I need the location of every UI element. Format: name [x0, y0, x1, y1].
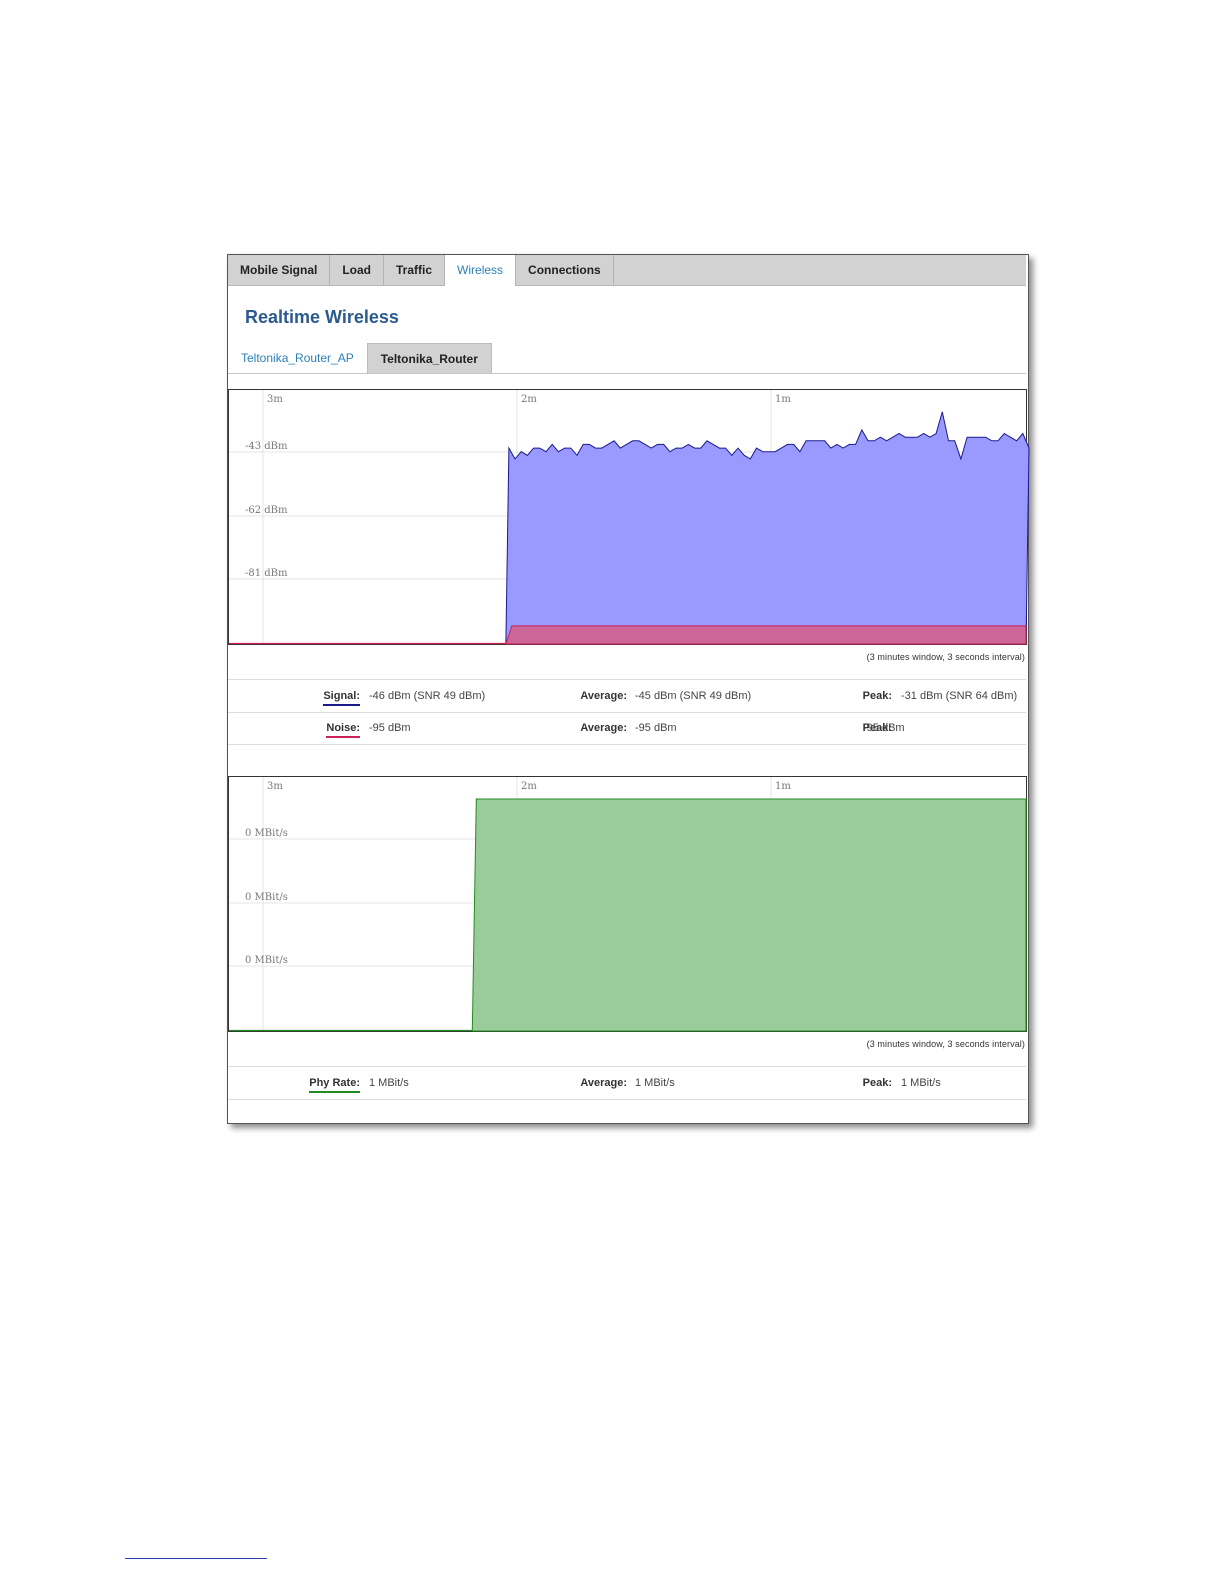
tab-connections[interactable]: Connections	[516, 255, 614, 285]
phy-rate-series-area	[471, 798, 1027, 1032]
divider	[228, 1099, 1026, 1100]
interface-tab-bar: Teltonika_Router_AP Teltonika_Router	[228, 343, 1026, 374]
signal-average-label: Average:	[580, 690, 627, 702]
signal-chart-y-tick-label: -81 dBm	[245, 568, 288, 579]
signal-noise-chart: 3m 2m 1m -43 dBm -62 dBm -81 dBm	[228, 389, 1030, 645]
phy-chart-caption: (3 minutes window, 3 seconds interval)	[866, 1039, 1025, 1049]
signal-average-value: -45 dBm (SNR 49 dBm)	[635, 690, 752, 702]
phy-average-value: 1 MBit/s	[635, 1077, 675, 1089]
tab-load[interactable]: Load	[330, 255, 385, 285]
signal-chart-x-tick-label: 1m	[775, 394, 791, 405]
phy-chart-y-tick-label: 0 MBit/s	[245, 955, 288, 966]
noise-series-area	[505, 625, 1027, 645]
noise-peak-value: -95 dBm	[863, 722, 905, 734]
noise-legend-label: Noise:	[326, 722, 360, 738]
phy-chart-y-tick-label: 0 MBit/s	[245, 892, 288, 903]
noise-stats-row: Noise: -95 dBm Average: -95 dBm Peak: -9…	[228, 719, 1026, 739]
divider	[228, 1066, 1026, 1067]
phy-peak-value: 1 MBit/s	[901, 1077, 941, 1089]
signal-chart-x-tick-label: 2m	[521, 394, 537, 405]
phy-peak-label: Peak:	[862, 1077, 892, 1089]
signal-chart-y-tick-label: -62 dBm	[245, 505, 288, 516]
tab-wireless[interactable]: Wireless	[445, 255, 517, 286]
phy-current-value: 1 MBit/s	[369, 1077, 409, 1089]
phy-chart-x-tick-label: 1m	[775, 781, 791, 792]
tab-teltonika-router-ap[interactable]: Teltonika_Router_AP	[228, 343, 367, 373]
signal-stats-row: Signal: -46 dBm (SNR 49 dBm) Average: -4…	[228, 687, 1026, 707]
main-tab-bar: Mobile Signal Load Traffic Wireless Conn…	[228, 255, 1026, 286]
phy-average-label: Average:	[580, 1077, 627, 1089]
signal-peak-label: Peak:	[862, 690, 892, 702]
signal-chart-y-tick-label: -43 dBm	[245, 441, 288, 452]
phy-rate-chart: 3m 2m 1m 0 MBit/s 0 MBit/s 0 MBit/s	[228, 776, 1027, 1032]
signal-chart-x-tick-label: 3m	[267, 394, 283, 405]
phy-stats-row: Phy Rate: 1 MBit/s Average: 1 MBit/s Pea…	[228, 1074, 1026, 1094]
noise-current-value: -95 dBm	[369, 722, 411, 734]
page-title: Realtime Wireless	[245, 307, 399, 327]
divider	[228, 679, 1026, 680]
footnote-separator	[125, 1558, 267, 1559]
phy-chart-x-tick-label: 3m	[267, 781, 283, 792]
divider	[228, 744, 1026, 745]
signal-legend-label: Signal:	[323, 690, 360, 706]
tab-mobile-signal[interactable]: Mobile Signal	[228, 255, 331, 285]
phy-legend-label: Phy Rate:	[309, 1077, 360, 1093]
noise-average-value: -95 dBm	[635, 722, 677, 734]
phy-chart-x-tick-label: 2m	[521, 781, 537, 792]
tab-traffic[interactable]: Traffic	[384, 255, 446, 285]
tab-teltonika-router[interactable]: Teltonika_Router	[366, 343, 492, 373]
signal-peak-value: -31 dBm (SNR 64 dBm)	[901, 690, 1018, 702]
signal-chart-caption: (3 minutes window, 3 seconds interval)	[866, 652, 1025, 662]
noise-average-label: Average:	[580, 722, 627, 734]
phy-chart-y-tick-label: 0 MBit/s	[245, 828, 288, 839]
divider	[228, 712, 1026, 713]
signal-current-value: -46 dBm (SNR 49 dBm)	[369, 690, 486, 702]
realtime-graphs-panel: Mobile Signal Load Traffic Wireless Conn…	[227, 254, 1030, 1124]
